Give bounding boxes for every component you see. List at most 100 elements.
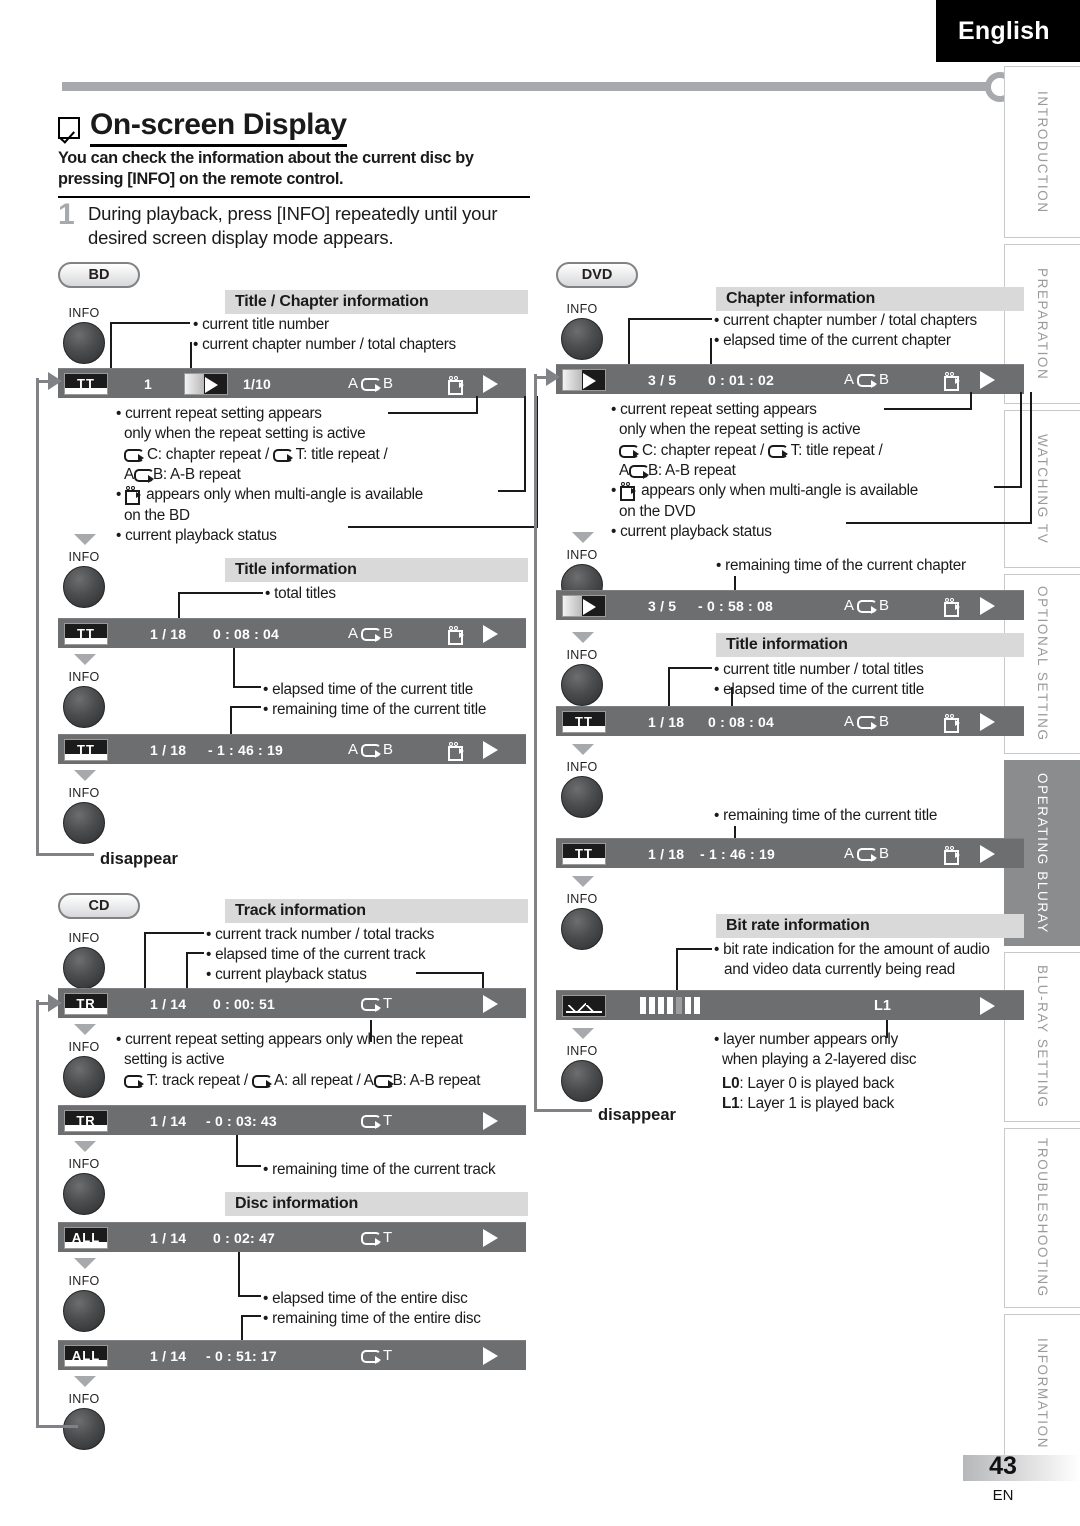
osd-field-remaining-time: - 0 : 51: 17 <box>206 1347 277 1364</box>
info-button-group[interactable]: INFO <box>58 931 110 989</box>
repeat-indicator: T <box>361 1347 392 1364</box>
page-region-code: EN <box>992 1487 1014 1504</box>
callout-bd-current-chapter-number: • current chapter number / total chapter… <box>193 336 456 353</box>
callout-cd-track-number: • current track number / total tracks <box>206 926 435 943</box>
info-button-group[interactable]: INFO <box>58 550 110 608</box>
info-button-knob[interactable] <box>561 318 603 360</box>
leader-line <box>238 1252 240 1295</box>
sidebar-tab-information[interactable]: INFORMATION <box>1004 1314 1080 1474</box>
repeat-icon <box>361 377 382 392</box>
info-button-group[interactable]: INFO <box>58 670 110 728</box>
repeat-icon <box>361 743 382 758</box>
info-button-group[interactable]: INFO <box>556 760 608 818</box>
osd-field-chapter-number: 3 / 5 <box>648 371 677 388</box>
checkmark-icon <box>58 116 80 139</box>
repeat-icon <box>361 627 382 642</box>
info-button-group[interactable]: INFO <box>556 302 608 360</box>
info-button-knob[interactable] <box>561 908 603 950</box>
sidebar-tab-troubleshooting[interactable]: TROUBLESHOOTING <box>1004 1128 1080 1308</box>
info-button-knob[interactable] <box>63 1173 105 1215</box>
flow-arrow-down <box>74 654 96 665</box>
osd-field-track-number: 1 / 14 <box>150 1112 187 1129</box>
leader-line <box>846 522 1032 524</box>
info-button-knob[interactable] <box>63 947 105 989</box>
info-button-knob[interactable] <box>63 802 105 844</box>
osd-field-remaining-time: - 1 : 46 : 19 <box>208 741 283 758</box>
repeat-indicator: AB <box>348 625 394 642</box>
info-button-label: INFO <box>566 648 598 662</box>
sidebar-tab-introduction[interactable]: INTRODUCTION <box>1004 66 1080 238</box>
callout-dvd-bitrate-1: • bit rate indication for the amount of … <box>714 941 990 958</box>
callout-bd-remaining-title: • remaining time of the current title <box>263 701 487 718</box>
chapter-icon <box>184 372 228 395</box>
info-button-group[interactable]: INFO <box>58 786 110 844</box>
info-button-knob[interactable] <box>63 686 105 728</box>
multi-angle-camera-icon <box>944 846 961 866</box>
leader-line <box>348 526 538 528</box>
info-button-knob[interactable] <box>63 322 105 364</box>
all-icon: ALL <box>64 1226 108 1249</box>
flow-loop-line <box>534 1109 592 1112</box>
repeat-icon <box>628 464 649 479</box>
section-heading-cd-track-info: Track information <box>225 899 528 923</box>
info-button-knob[interactable] <box>561 776 603 818</box>
leader-line <box>1030 392 1032 522</box>
info-button-label: INFO <box>68 1274 100 1288</box>
multi-angle-camera-icon <box>448 626 465 646</box>
step-divider <box>58 196 530 198</box>
repeat-icon <box>133 468 154 483</box>
callout-dvd-elapsed-chapter: • elapsed time of the current chapter <box>714 332 951 349</box>
flow-loop-line <box>36 1425 78 1428</box>
osd-field-title-number: 1 / 18 <box>648 713 685 730</box>
repeat-indicator: AB <box>348 741 394 758</box>
title-icon: TT <box>64 738 108 761</box>
osd-field-chapter-number: 1/10 <box>243 375 272 392</box>
osd-field-remaining-time: - 0 : 03: 43 <box>206 1112 277 1129</box>
flow-loop-line <box>36 378 39 856</box>
callout-dvd-chapter-number: • current chapter number / total chapter… <box>714 312 977 329</box>
leader-line <box>388 412 478 414</box>
leader-line <box>230 706 261 708</box>
info-button-label: INFO <box>566 760 598 774</box>
info-button-group[interactable]: INFO <box>58 1040 110 1098</box>
info-button-knob[interactable] <box>63 1056 105 1098</box>
info-button-group[interactable]: INFO <box>58 1157 110 1215</box>
info-button-knob[interactable] <box>63 566 105 608</box>
leader-line <box>238 1295 261 1297</box>
info-button-group[interactable]: INFO <box>58 306 110 364</box>
info-button-label: INFO <box>566 1044 598 1058</box>
repeat-icon <box>857 373 878 388</box>
repeat-icon <box>124 448 144 463</box>
leader-line <box>416 972 484 974</box>
title-icon: TT <box>562 710 606 733</box>
playback-status-play-icon <box>483 375 498 393</box>
chapter-icon <box>562 368 606 391</box>
section-heading-cd-disc-info: Disc information <box>225 1192 528 1216</box>
leader-line <box>186 952 204 954</box>
playback-status-play-icon <box>483 1229 498 1247</box>
info-button-group[interactable]: INFO <box>556 1044 608 1102</box>
info-button-group[interactable]: INFO <box>58 1392 110 1450</box>
osd-bar-cd-track-elapsed: TR 1 / 14 0 : 00: 51 T <box>58 988 526 1018</box>
leader-line <box>710 338 712 364</box>
multi-angle-camera-icon <box>944 372 961 392</box>
info-button-knob[interactable] <box>561 1060 603 1102</box>
repeat-indicator: AB <box>348 375 394 392</box>
repeat-indicator: AB <box>844 371 890 388</box>
chapter-icon <box>562 594 606 617</box>
playback-status-play-icon <box>483 741 498 759</box>
info-button-knob[interactable] <box>561 664 603 706</box>
info-button-knob[interactable] <box>63 1408 105 1450</box>
leader-line <box>1020 392 1022 486</box>
info-button-group[interactable]: INFO <box>58 1274 110 1332</box>
info-button-group[interactable]: INFO <box>556 892 608 950</box>
leader-line <box>233 686 261 688</box>
osd-bar-dvd-chapter-remaining: 3 / 5 - 0 : 58 : 08 AB <box>556 590 1024 620</box>
osd-bar-dvd-bitrate: L1 <box>556 990 1024 1020</box>
callout-bd-current-title-number: • current title number <box>193 316 329 333</box>
info-button-group[interactable]: INFO <box>556 648 608 706</box>
osd-bar-dvd-title-elapsed: TT 1 / 18 0 : 08 : 04 AB <box>556 706 1024 736</box>
osd-field-elapsed-time: 0 : 08 : 04 <box>213 625 280 642</box>
callout-dvd-remaining-chapter: • remaining time of the current chapter <box>716 557 966 574</box>
info-button-knob[interactable] <box>63 1290 105 1332</box>
